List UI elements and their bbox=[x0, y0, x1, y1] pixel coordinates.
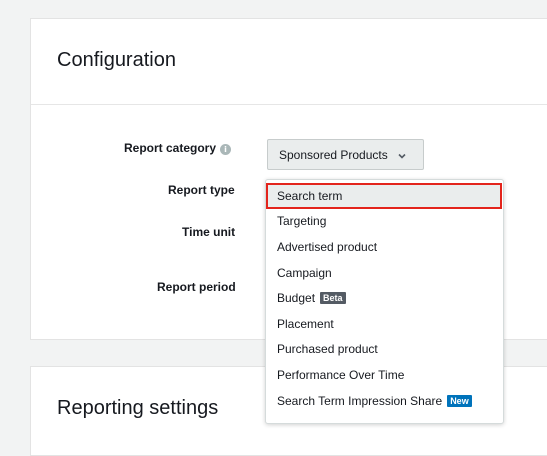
report-period-label: Report period bbox=[157, 280, 236, 294]
dropdown-option-label: Placement bbox=[277, 316, 334, 331]
dropdown-option-label: Search term bbox=[277, 188, 343, 203]
chevron-down-icon bbox=[397, 150, 407, 160]
beta-badge: Beta bbox=[320, 292, 346, 305]
info-icon[interactable]: i bbox=[220, 144, 232, 155]
page: Configuration Report category i Sponsored… bbox=[0, 0, 547, 456]
dropdown-option-label: Campaign bbox=[277, 265, 332, 280]
dropdown-option-label: Purchased product bbox=[277, 342, 378, 357]
time-unit-label: Time unit bbox=[182, 225, 236, 239]
dropdown-option-label: Performance Over Time bbox=[277, 367, 405, 382]
configuration-title: Configuration bbox=[57, 49, 176, 71]
dropdown-option-targeting[interactable]: Targeting bbox=[266, 209, 503, 235]
dropdown-option-budget[interactable]: Budget Beta bbox=[266, 285, 503, 311]
report-category-label-text: Report category bbox=[124, 141, 217, 155]
dropdown-option-search-term[interactable]: Search term bbox=[266, 183, 502, 209]
dropdown-option-performance-over-time[interactable]: Performance Over Time bbox=[266, 362, 503, 388]
dropdown-option-search-term-impression-share[interactable]: Search Term Impression Share New bbox=[266, 388, 503, 414]
dropdown-option-label: Search Term Impression Share bbox=[277, 393, 443, 408]
configuration-header: Configuration bbox=[31, 19, 547, 105]
dropdown-option-label: Advertised product bbox=[277, 239, 378, 254]
report-category-select[interactable]: Sponsored Products bbox=[267, 139, 424, 170]
report-type-label: Report type bbox=[168, 183, 235, 197]
dropdown-option-campaign[interactable]: Campaign bbox=[266, 260, 503, 286]
dropdown-option-label: Budget bbox=[277, 291, 316, 306]
dropdown-option-placement[interactable]: Placement bbox=[266, 311, 503, 337]
report-category-value: Sponsored Products bbox=[279, 147, 388, 162]
dropdown-option-advertised-product[interactable]: Advertised product bbox=[266, 234, 503, 260]
report-category-label: Report category i bbox=[124, 141, 232, 155]
dropdown-option-label: Targeting bbox=[277, 214, 327, 229]
new-badge: New bbox=[447, 394, 472, 407]
reporting-settings-title: Reporting settings bbox=[57, 397, 219, 419]
report-type-dropdown[interactable]: Search term Targeting Advertised product… bbox=[265, 179, 504, 424]
dropdown-option-purchased-product[interactable]: Purchased product bbox=[266, 337, 503, 363]
